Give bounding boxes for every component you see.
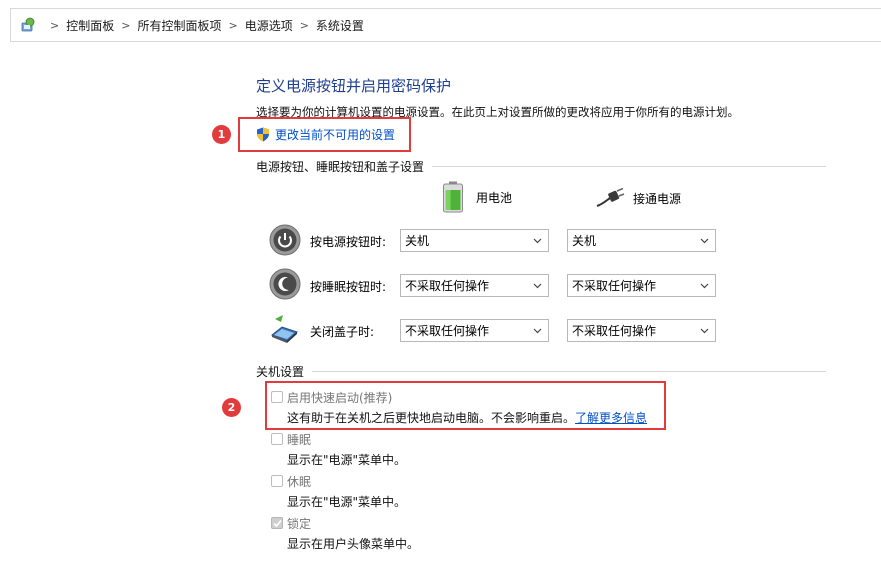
divider (432, 166, 827, 167)
power-button-label: 按电源按钮时: (310, 235, 387, 249)
power-section-title: 电源按钮、睡眠按钮和盖子设置 (256, 160, 425, 174)
lock-label: 锁定 (287, 517, 312, 531)
breadcrumb-item-system-settings[interactable]: 系统设置 (316, 17, 364, 34)
lid-close-plugged-select[interactable]: 不采取任何操作 (567, 319, 716, 342)
sleep-checkbox[interactable] (271, 433, 283, 445)
power-button-plugged-select[interactable]: 关机 (567, 229, 716, 252)
shutdown-section-title: 关机设置 (256, 365, 305, 379)
select-value: 不采取任何操作 (405, 279, 490, 293)
lock-description: 显示在用户头像菜单中。 (287, 537, 420, 551)
sleep-button-plugged-select[interactable]: 不采取任何操作 (567, 274, 716, 297)
control-panel-icon (21, 17, 35, 32)
page-title: 定义电源按钮并启用密码保护 (256, 77, 452, 95)
breadcrumb-separator: > (228, 18, 238, 32)
select-value: 不采取任何操作 (405, 324, 490, 338)
address-bar[interactable]: > 控制面板 > 所有控制面板项 > 电源选项 > 系统设置 (10, 8, 881, 42)
select-value: 关机 (405, 234, 430, 248)
power-button-icon (269, 224, 301, 256)
chevron-down-icon (700, 283, 709, 289)
sleep-button-label: 按睡眠按钮时: (310, 280, 387, 294)
select-value: 不采取任何操作 (572, 324, 657, 338)
chevron-down-icon (700, 328, 709, 334)
hibernate-checkbox[interactable] (271, 475, 283, 487)
power-button-battery-select[interactable]: 关机 (400, 229, 549, 252)
highlight-box-2 (265, 381, 666, 430)
chevron-down-icon (533, 328, 542, 334)
breadcrumb-item-power-options[interactable]: 电源选项 (245, 17, 293, 34)
sleep-label: 睡眠 (287, 433, 312, 447)
select-value: 关机 (572, 234, 597, 248)
plugged-column-label: 接通电源 (633, 191, 682, 206)
breadcrumb-item-control-panel[interactable]: 控制面板 (66, 17, 114, 34)
hibernate-label: 休眠 (287, 475, 312, 489)
chevron-down-icon (700, 238, 709, 244)
battery-column-label: 用电池 (476, 190, 513, 205)
sleep-button-icon (269, 268, 301, 300)
breadcrumb-separator: > (121, 18, 131, 32)
lock-checkbox[interactable] (271, 517, 283, 529)
lid-close-label: 关闭盖子时: (310, 325, 375, 339)
highlight-box-1 (238, 117, 411, 152)
hibernate-description: 显示在"电源"菜单中。 (287, 495, 407, 509)
chevron-down-icon (533, 283, 542, 289)
plugged-column-header: 接通电源 (595, 188, 681, 208)
select-value: 不采取任何操作 (572, 279, 657, 293)
checkmark-icon (273, 519, 282, 528)
lid-close-battery-select[interactable]: 不采取任何操作 (400, 319, 549, 342)
breadcrumb-separator: > (299, 18, 309, 32)
sleep-button-battery-select[interactable]: 不采取任何操作 (400, 274, 549, 297)
power-plug-icon (596, 188, 625, 207)
battery-icon (443, 181, 463, 213)
step-marker-2: 2 (222, 398, 241, 417)
shutdown-section-heading: 关机设置 (256, 363, 827, 380)
breadcrumb-item-all-items[interactable]: 所有控制面板项 (137, 17, 221, 34)
battery-column-header: 用电池 (442, 181, 512, 213)
step-marker-1: 1 (212, 125, 231, 144)
sleep-description: 显示在"电源"菜单中。 (287, 453, 407, 467)
divider (312, 371, 827, 372)
laptop-lid-icon (271, 315, 298, 343)
breadcrumb-separator: > (50, 18, 60, 32)
power-section-heading: 电源按钮、睡眠按钮和盖子设置 (256, 158, 827, 175)
chevron-down-icon (533, 238, 542, 244)
